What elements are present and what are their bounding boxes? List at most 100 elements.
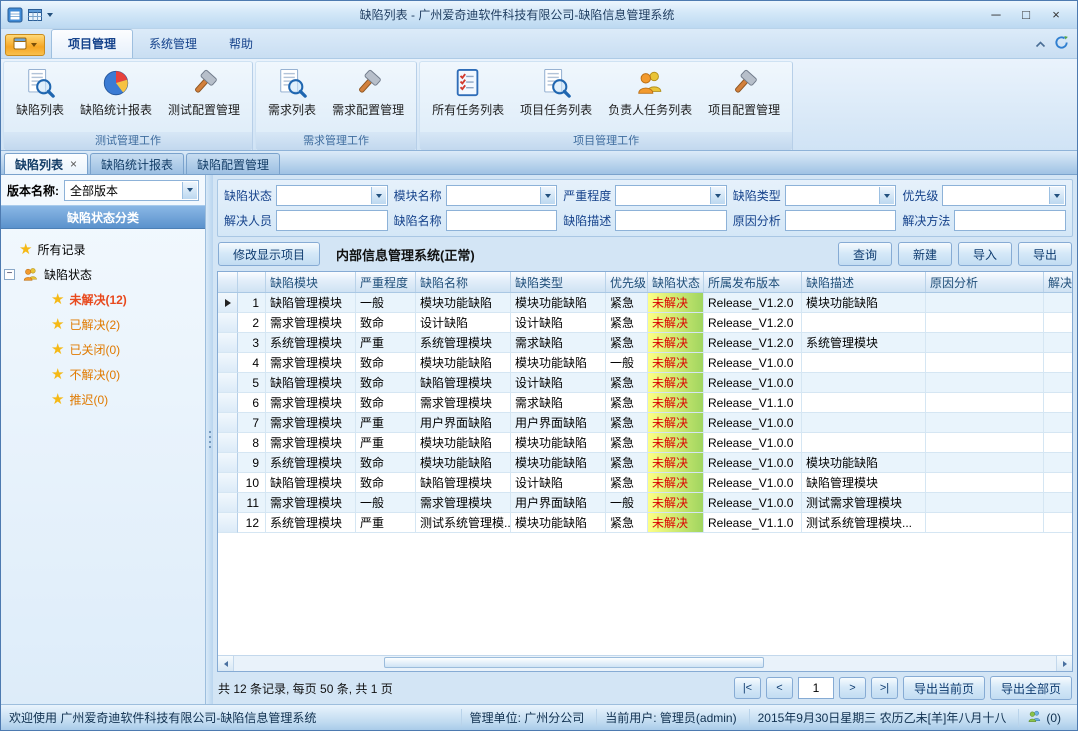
splitter[interactable] [206, 175, 213, 704]
scrollbar-track[interactable] [234, 656, 1056, 671]
tree-item-label: 推迟(0) [69, 391, 108, 408]
scroll-left-icon[interactable] [218, 656, 234, 671]
filter-input[interactable] [954, 210, 1066, 231]
table-row[interactable]: 3系统管理模块严重系统管理模块需求缺陷紧急未解决Release_V1.2.0系统… [218, 333, 1072, 353]
table-row[interactable]: 1缺陷管理模块一般模块功能缺陷模块功能缺陷紧急未解决Release_V1.2.0… [218, 293, 1072, 313]
chevron-down-icon[interactable] [1049, 187, 1064, 204]
row-indicator [218, 313, 238, 333]
filter-input[interactable] [785, 210, 897, 231]
filter-input[interactable] [615, 210, 727, 231]
collapse-ribbon-icon[interactable] [1035, 37, 1046, 51]
chevron-down-icon[interactable] [371, 187, 386, 204]
ribbon-button[interactable]: 需求列表 [260, 65, 324, 120]
table-cell: 缺陷管理模块 [416, 373, 511, 393]
column-header[interactable]: 缺陷名称 [416, 272, 511, 292]
ribbon-tab[interactable]: 系统管理 [133, 30, 213, 58]
filter-dropdown[interactable] [276, 185, 388, 206]
tree-item[interactable]: ★推迟(0) [5, 387, 201, 412]
tree-item[interactable]: ★未解决(12) [5, 287, 201, 312]
ribbon-button[interactable]: 所有任务列表 [424, 65, 512, 120]
column-header[interactable]: 解决方法 [1044, 272, 1072, 292]
first-page-button[interactable]: |< [734, 677, 761, 699]
app-menu-button[interactable] [5, 34, 45, 56]
table-cell: 模块功能缺陷 [416, 453, 511, 473]
version-select[interactable]: 全部版本 [64, 180, 199, 201]
prev-page-button[interactable]: < [766, 677, 793, 699]
version-row: 版本名称: 全部版本 [1, 175, 205, 205]
chevron-down-icon[interactable] [182, 182, 197, 199]
filter-dropdown[interactable] [446, 185, 558, 206]
filter-dropdown[interactable] [615, 185, 727, 206]
scroll-right-icon[interactable] [1056, 656, 1072, 671]
tree-item[interactable]: ★所有记录 [5, 237, 201, 262]
ribbon-button[interactable]: 负责人任务列表 [600, 65, 700, 120]
refresh-icon[interactable] [1054, 35, 1069, 53]
ribbon-button[interactable]: 测试配置管理 [160, 65, 248, 120]
table-row[interactable]: 9系统管理模块致命模块功能缺陷模块功能缺陷紧急未解决Release_V1.0.0… [218, 453, 1072, 473]
export-all-pages-button[interactable]: 导出全部页 [990, 676, 1072, 700]
close-tab-icon[interactable]: × [70, 157, 77, 171]
horizontal-scrollbar[interactable] [218, 655, 1072, 671]
filter-field: 模块名称 [394, 185, 558, 206]
filter-input[interactable] [276, 210, 388, 231]
table-cell: Release_V1.0.0 [704, 433, 802, 453]
column-header[interactable]: 缺陷状态 [648, 272, 704, 292]
table-cell: 致命 [356, 393, 416, 413]
import-button[interactable]: 导入 [958, 242, 1012, 266]
table-row[interactable]: 5缺陷管理模块致命缺陷管理模块设计缺陷紧急未解决Release_V1.0.0 [218, 373, 1072, 393]
quick-access-dropdown-icon[interactable] [47, 13, 53, 17]
next-page-button[interactable]: > [839, 677, 866, 699]
modify-display-button[interactable]: 修改显示项目 [218, 242, 320, 266]
export-current-page-button[interactable]: 导出当前页 [903, 676, 985, 700]
tree-item[interactable]: ★已关闭(0) [5, 337, 201, 362]
column-header[interactable]: 优先级 [606, 272, 648, 292]
column-header[interactable]: 缺陷类型 [511, 272, 606, 292]
chevron-down-icon[interactable] [710, 187, 725, 204]
tree-item[interactable]: ★已解决(2) [5, 312, 201, 337]
table-row[interactable]: 2需求管理模块致命设计缺陷设计缺陷紧急未解决Release_V1.2.0 [218, 313, 1072, 333]
scrollbar-thumb[interactable] [384, 657, 764, 668]
document-tab[interactable]: 缺陷列表× [4, 153, 88, 174]
table-row[interactable]: 8需求管理模块严重模块功能缺陷模块功能缺陷紧急未解决Release_V1.0.0 [218, 433, 1072, 453]
page-number-input[interactable] [798, 677, 834, 699]
table-row[interactable]: 11需求管理模块一般需求管理模块用户界面缺陷一般未解决Release_V1.0.… [218, 493, 1072, 513]
export-button[interactable]: 导出 [1018, 242, 1072, 266]
ribbon-button[interactable]: 缺陷统计报表 [72, 65, 160, 120]
column-header[interactable]: 严重程度 [356, 272, 416, 292]
ribbon-button[interactable]: 缺陷列表 [8, 65, 72, 120]
column-header[interactable]: 缺陷模块 [266, 272, 356, 292]
new-button[interactable]: 新建 [898, 242, 952, 266]
filter-dropdown[interactable] [785, 185, 897, 206]
collapse-icon[interactable]: − [4, 269, 15, 280]
maximize-button[interactable]: □ [1011, 4, 1041, 25]
chevron-down-icon[interactable] [879, 187, 894, 204]
filter-field: 优先级 [902, 185, 1066, 206]
current-user: 当前用户: 管理员(admin) [596, 709, 744, 726]
ribbon-tab[interactable]: 项目管理 [51, 29, 133, 58]
document-tab[interactable]: 缺陷配置管理 [186, 153, 280, 174]
table-row[interactable]: 10缺陷管理模块致命缺陷管理模块设计缺陷紧急未解决Release_V1.0.0缺… [218, 473, 1072, 493]
filter-input[interactable] [446, 210, 558, 231]
document-tab[interactable]: 缺陷统计报表 [90, 153, 184, 174]
quick-access-table-icon[interactable] [27, 7, 43, 23]
minimize-button[interactable]: ─ [981, 4, 1011, 25]
column-header[interactable]: 原因分析 [926, 272, 1044, 292]
close-button[interactable]: × [1041, 4, 1071, 25]
last-page-button[interactable]: >| [871, 677, 898, 699]
column-header[interactable]: 缺陷描述 [802, 272, 926, 292]
ribbon-button[interactable]: 需求配置管理 [324, 65, 412, 120]
table-row[interactable]: 4需求管理模块致命模块功能缺陷模块功能缺陷一般未解决Release_V1.0.0 [218, 353, 1072, 373]
ribbon-button[interactable]: 项目任务列表 [512, 65, 600, 120]
column-header[interactable]: 所属发布版本 [704, 272, 802, 292]
tree-item[interactable]: −缺陷状态 [5, 262, 201, 287]
table-row[interactable]: 12系统管理模块严重测试系统管理模...模块功能缺陷紧急未解决Release_V… [218, 513, 1072, 533]
chevron-down-icon[interactable] [540, 187, 555, 204]
ribbon-button[interactable]: 项目配置管理 [700, 65, 788, 120]
ribbon-tab[interactable]: 帮助 [213, 30, 269, 58]
table-row[interactable]: 6需求管理模块致命需求管理模块需求缺陷紧急未解决Release_V1.1.0 [218, 393, 1072, 413]
ribbon-tabs: 项目管理系统管理帮助 [51, 29, 269, 58]
filter-dropdown[interactable] [942, 185, 1066, 206]
query-button[interactable]: 查询 [838, 242, 892, 266]
tree-item[interactable]: ★不解决(0) [5, 362, 201, 387]
table-row[interactable]: 7需求管理模块严重用户界面缺陷用户界面缺陷紧急未解决Release_V1.0.0 [218, 413, 1072, 433]
